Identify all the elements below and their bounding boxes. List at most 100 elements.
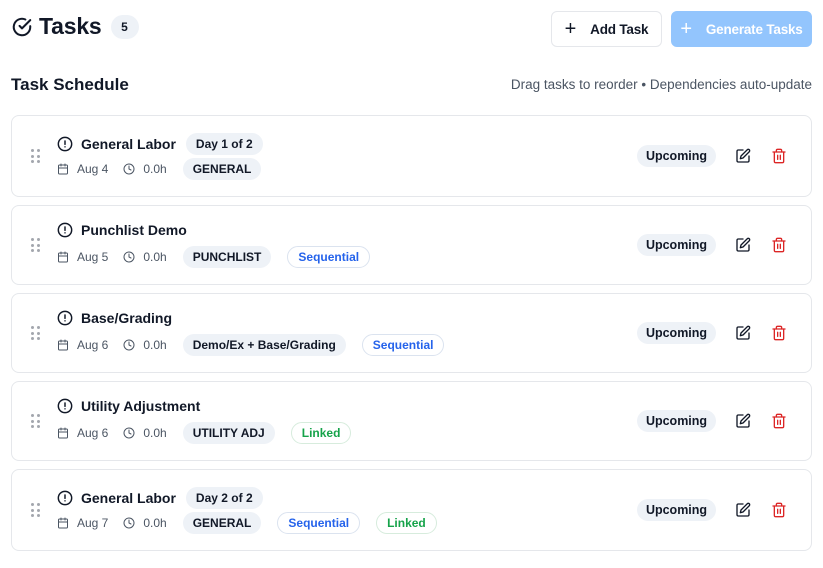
trash-icon[interactable] xyxy=(770,236,788,254)
day-badge: Day 2 of 2 xyxy=(185,487,263,509)
task-meta-row: Aug 6 0.0h Demo/Ex + Base/Grading Sequentia… xyxy=(57,334,445,356)
task-hours: 0.0h xyxy=(123,516,167,530)
task-name: General Labor xyxy=(81,136,176,152)
task-name: Base/Grading xyxy=(81,310,173,326)
task-card[interactable]: Utility Adjustment Aug 6 0.0h UTILITY ADJ Li… xyxy=(11,381,812,461)
task-date: Aug 6 xyxy=(57,426,108,440)
drag-handle-icon[interactable] xyxy=(31,238,41,252)
task-name: Punchlist Demo xyxy=(81,222,187,238)
clock-icon xyxy=(123,427,139,439)
edit-icon[interactable] xyxy=(734,147,752,165)
trash-icon[interactable] xyxy=(770,147,788,165)
alert-circle-icon xyxy=(57,490,73,506)
task-hours-text: 0.0h xyxy=(143,250,167,264)
task-code-badge: Demo/Ex + Base/Grading xyxy=(182,334,346,356)
edit-icon[interactable] xyxy=(734,501,752,519)
task-card[interactable]: General Labor Day 2 of 2 Aug 7 0.0h GENERAL S… xyxy=(11,469,812,551)
task-meta-row: Aug 6 0.0h UTILITY ADJ Linked xyxy=(57,422,352,444)
plus-icon: + xyxy=(680,18,692,40)
task-date-text: Aug 5 xyxy=(77,250,109,264)
task-name: General Labor xyxy=(81,490,176,506)
generate-tasks-button[interactable]: + Generate Tasks xyxy=(671,11,812,47)
task-code-badge: UTILITY ADJ xyxy=(182,422,275,444)
title-group: Tasks 5 xyxy=(11,13,139,40)
add-task-label: Add Task xyxy=(590,21,649,37)
calendar-icon xyxy=(57,427,73,439)
task-card[interactable]: General Labor Day 1 of 2 Aug 4 0.0h GENERAL U… xyxy=(11,115,812,197)
day-badge: Day 1 of 2 xyxy=(185,133,263,155)
calendar-icon xyxy=(57,339,73,351)
task-hours: 0.0h xyxy=(123,338,167,352)
task-meta-row: Aug 7 0.0h GENERAL Sequential Linked xyxy=(57,512,437,534)
task-hours-text: 0.0h xyxy=(143,338,167,352)
edit-icon[interactable] xyxy=(734,324,752,342)
task-date-text: Aug 6 xyxy=(77,338,109,352)
task-hours-text: 0.0h xyxy=(143,426,167,440)
task-date: Aug 6 xyxy=(57,338,108,352)
task-name: Utility Adjustment xyxy=(81,398,201,414)
section-hint: Drag tasks to reorder • Dependencies aut… xyxy=(510,77,812,92)
task-date: Aug 4 xyxy=(57,162,108,176)
task-date-text: Aug 4 xyxy=(77,162,109,176)
generate-tasks-label: Generate Tasks xyxy=(705,21,803,37)
calendar-icon xyxy=(57,163,73,175)
alert-circle-icon xyxy=(57,222,73,238)
task-hours-text: 0.0h xyxy=(143,516,167,530)
task-card[interactable]: Punchlist Demo Aug 5 0.0h PUNCHLIST Sequenti… xyxy=(11,205,812,285)
trash-icon[interactable] xyxy=(770,412,788,430)
status-badge: Upcoming xyxy=(637,322,716,344)
task-code-badge: GENERAL xyxy=(182,512,262,534)
sequential-tag: Sequential xyxy=(361,334,445,356)
clock-icon xyxy=(123,339,139,351)
task-title-row: Base/Grading xyxy=(57,310,172,326)
page-title: Tasks xyxy=(39,13,102,39)
check-circle-icon xyxy=(11,16,33,38)
drag-handle-icon[interactable] xyxy=(31,414,41,428)
task-meta-row: Aug 4 0.0h GENERAL xyxy=(57,158,262,180)
add-task-button[interactable]: + Add Task xyxy=(551,11,662,47)
calendar-icon xyxy=(57,251,73,263)
task-code-badge: GENERAL xyxy=(182,158,262,180)
status-badge: Upcoming xyxy=(637,410,716,432)
task-hours-text: 0.0h xyxy=(143,162,167,176)
sequential-tag: Sequential xyxy=(277,512,361,534)
task-date-text: Aug 6 xyxy=(77,426,109,440)
page-header: Tasks 5 + Add Task + Generate Tasks xyxy=(11,11,812,47)
task-count-badge: 5 xyxy=(110,14,139,39)
task-title-row: Punchlist Demo xyxy=(57,222,187,238)
task-title-row: General Labor Day 1 of 2 xyxy=(57,133,263,155)
drag-handle-icon[interactable] xyxy=(31,149,41,163)
task-date: Aug 7 xyxy=(57,516,108,530)
section-title: Task Schedule xyxy=(11,75,129,94)
trash-icon[interactable] xyxy=(770,324,788,342)
edit-icon[interactable] xyxy=(734,236,752,254)
alert-circle-icon xyxy=(57,136,73,152)
drag-handle-icon[interactable] xyxy=(31,503,41,517)
status-badge: Upcoming xyxy=(637,234,716,256)
drag-handle-icon[interactable] xyxy=(31,326,41,340)
alert-circle-icon xyxy=(57,398,73,414)
clock-icon xyxy=(123,251,139,263)
plus-icon: + xyxy=(564,18,577,40)
linked-tag: Linked xyxy=(376,512,437,534)
task-hours: 0.0h xyxy=(123,162,167,176)
task-code-badge: PUNCHLIST xyxy=(182,246,272,268)
alert-circle-icon xyxy=(57,310,73,326)
task-card[interactable]: Base/Grading Aug 6 0.0h Demo/Ex + Base/Grad… xyxy=(11,293,812,373)
trash-icon[interactable] xyxy=(770,501,788,519)
task-hours: 0.0h xyxy=(123,250,167,264)
edit-icon[interactable] xyxy=(734,412,752,430)
status-badge: Upcoming xyxy=(637,499,716,521)
clock-icon xyxy=(123,517,139,529)
task-date-text: Aug 7 xyxy=(77,516,109,530)
linked-tag: Linked xyxy=(290,422,352,444)
clock-icon xyxy=(123,163,139,175)
task-title-row: General Labor Day 2 of 2 xyxy=(57,487,263,509)
status-badge: Upcoming xyxy=(637,145,716,167)
sequential-tag: Sequential xyxy=(287,246,371,268)
task-title-row: Utility Adjustment xyxy=(57,398,200,414)
calendar-icon xyxy=(57,517,73,529)
task-meta-row: Aug 5 0.0h PUNCHLIST Sequential xyxy=(57,246,371,268)
task-date: Aug 5 xyxy=(57,250,108,264)
task-hours: 0.0h xyxy=(123,426,167,440)
